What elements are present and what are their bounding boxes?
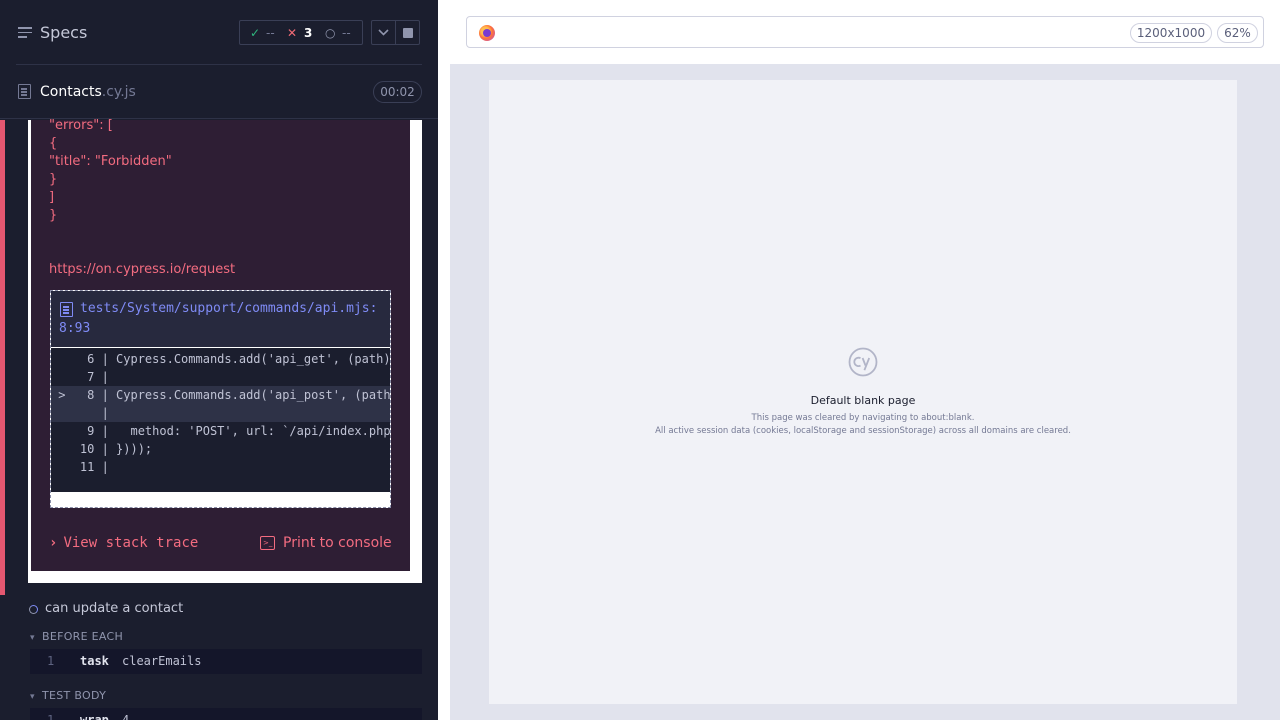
error-json-line: } <box>49 208 58 223</box>
pane-resize-handle[interactable] <box>438 0 450 720</box>
code-frame-file-header[interactable]: tests/System/support/commands/api.mjs:8:… <box>51 291 390 347</box>
error-json-line: } <box>49 172 58 187</box>
print-to-console-label: Print to console <box>283 535 392 551</box>
terminal-icon: >_ <box>260 536 275 550</box>
aut-header: 1200x1000 62% <box>450 0 1280 64</box>
code-line: > 8 | Cypress.Commands.add('api_post', (… <box>51 386 390 404</box>
spec-file-name[interactable]: Contacts.cy.js <box>40 84 136 100</box>
firefox-icon[interactable] <box>479 25 495 41</box>
pending-circle-icon: ○ <box>325 26 336 40</box>
spec-duration: 00:02 <box>373 81 422 103</box>
command-message: clearEmails <box>122 654 202 668</box>
spec-file-header: Contacts.cy.js 00:02 <box>0 65 438 119</box>
chevron-right-icon: › <box>49 535 58 551</box>
code-line: 9 | method: 'POST', url: `/api/index.php… <box>87 424 390 438</box>
passed-count: -- <box>266 26 275 40</box>
failed-count: 3 <box>304 26 313 40</box>
chevron-down-icon <box>378 29 389 36</box>
document-icon <box>18 84 31 99</box>
command-message: 4 <box>122 713 130 720</box>
error-json-line: "title": "Forbidden" <box>49 154 172 169</box>
command-row[interactable]: 1 wrap 4 <box>30 708 422 720</box>
running-spinner-icon <box>29 605 38 614</box>
blank-page-description: This page was cleared by navigating to a… <box>751 413 975 423</box>
error-json-line: ] <box>49 190 55 205</box>
url-bar[interactable]: 1200x1000 62% <box>466 16 1264 48</box>
code-frame-file-link[interactable]: tests/System/support/commands/api.mjs:8:… <box>59 299 389 339</box>
code-line: 10 | }))); <box>51 442 153 456</box>
specs-title[interactable]: Specs <box>40 23 87 42</box>
stop-button[interactable] <box>395 20 420 45</box>
command-row[interactable]: 1 task clearEmails <box>30 649 422 674</box>
view-stack-trace-label: View stack trace <box>63 535 199 551</box>
hook-before-each[interactable]: ▾ BEFORE EACH <box>30 630 123 643</box>
hook-test-body[interactable]: ▾ TEST BODY <box>30 689 106 702</box>
command-name: wrap <box>80 713 109 720</box>
failed-x-icon: ✕ <box>287 26 298 40</box>
docs-link[interactable]: https://on.cypress.io/request <box>49 262 235 277</box>
command-number: 1 <box>47 713 55 720</box>
code-line: 11 | <box>51 460 117 474</box>
test-stats: ✓ -- ✕ 3 ○ -- <box>239 20 363 45</box>
passed-check-icon: ✓ <box>250 26 261 40</box>
command-name: task <box>80 654 109 668</box>
reporter-pane: Specs ✓ -- ✕ 3 ○ -- Contacts.cy.js 00:02… <box>0 0 438 720</box>
specs-list-icon[interactable] <box>18 27 32 39</box>
spec-file-extension: .cy.js <box>101 84 136 100</box>
view-stack-trace-button[interactable]: › View stack trace <box>49 535 198 551</box>
command-number: 1 <box>47 654 55 668</box>
viewport-size[interactable]: 1200x1000 <box>1130 23 1212 43</box>
chevron-down-icon: ▾ <box>30 692 35 702</box>
blank-page-title: Default blank page <box>810 394 916 407</box>
spec-file-basename: Contacts <box>40 84 102 100</box>
code-frame: tests/System/support/commands/api.mjs:8:… <box>50 290 391 508</box>
toggle-auto-scroll-button[interactable] <box>371 20 396 45</box>
aut-iframe[interactable]: Default blank page This page was cleared… <box>489 80 1237 704</box>
specs-header: Specs ✓ -- ✕ 3 ○ -- <box>0 0 438 64</box>
cypress-logo-icon <box>848 347 878 377</box>
app-under-test-pane: 1200x1000 62% Default blank page This pa… <box>450 0 1280 720</box>
zoom-level: 62% <box>1217 23 1258 43</box>
failed-test-indicator <box>0 120 5 595</box>
code-line: | <box>51 404 390 422</box>
hook-title: BEFORE EACH <box>42 630 124 643</box>
blank-page-description: All active session data (cookies, localS… <box>655 426 1071 436</box>
test-title: can update a contact <box>45 601 184 616</box>
chevron-down-icon: ▾ <box>30 633 35 643</box>
hook-title: TEST BODY <box>42 689 107 702</box>
stop-icon <box>403 28 413 38</box>
error-json-line: { <box>49 136 58 151</box>
code-line: 7 | <box>51 370 117 384</box>
error-json-line: "errors": [ <box>49 118 113 133</box>
code-frame-body: 6 | Cypress.Commands.add('api_get', (pat… <box>51 348 390 492</box>
pending-count: -- <box>342 26 351 40</box>
code-line: 6 | Cypress.Commands.add('api_get', (pat… <box>87 352 390 366</box>
